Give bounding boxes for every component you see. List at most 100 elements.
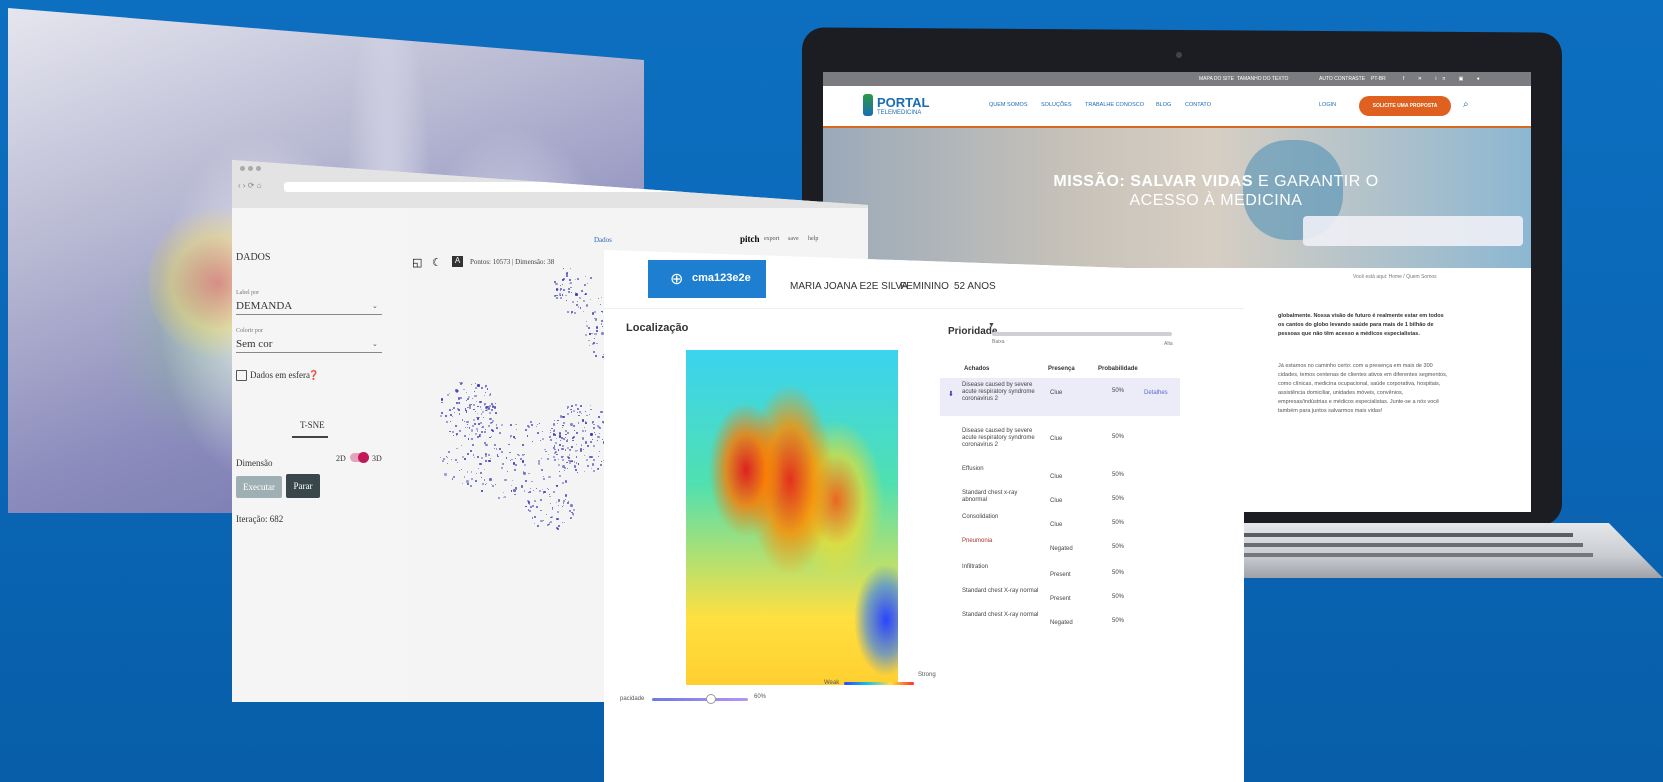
scatter-point bbox=[452, 406, 456, 410]
color-by-select[interactable]: Sem cor bbox=[236, 338, 272, 350]
scatter-point bbox=[557, 499, 561, 502]
stop-button[interactable]: Parar bbox=[286, 474, 320, 498]
table-row[interactable]: Effusion Clue 50% bbox=[940, 462, 1180, 484]
scatter-point bbox=[506, 457, 508, 459]
window-dot-icon[interactable] bbox=[240, 166, 245, 171]
opacity-slider-handle[interactable] bbox=[706, 694, 716, 704]
scatter-point bbox=[462, 455, 465, 458]
table-row[interactable]: Consolidation Clue 50% bbox=[940, 510, 1180, 532]
nav-solucoes[interactable]: SOLUÇÕES bbox=[1041, 102, 1072, 108]
login-link[interactable]: LOGIN bbox=[1319, 102, 1336, 108]
table-row[interactable]: Disease caused by severe acute respirato… bbox=[940, 378, 1180, 416]
scatter-point bbox=[572, 439, 574, 442]
scatter-point bbox=[522, 454, 524, 456]
patient-id-tab[interactable]: ⊕ cma123e2e bbox=[648, 260, 766, 298]
chevron-down-icon[interactable]: ⌄ bbox=[372, 302, 378, 310]
finding-probability: 50% bbox=[1112, 434, 1125, 440]
window-dot-icon[interactable] bbox=[248, 166, 253, 171]
scatter-point bbox=[535, 488, 537, 490]
scatter-point bbox=[584, 293, 587, 295]
scatter-point bbox=[534, 523, 536, 525]
nav-trabalhe-conosco[interactable]: TRABALHE CONOSCO bbox=[1085, 102, 1144, 108]
finding-name: Standard chest X-ray normal bbox=[962, 612, 1039, 618]
address-bar[interactable] bbox=[284, 182, 844, 192]
scatter-point bbox=[527, 472, 530, 475]
sphere-checkbox-label: Dados em esfera bbox=[250, 370, 310, 380]
scatter-point bbox=[566, 311, 569, 314]
scatter-point bbox=[474, 386, 478, 390]
scatter-point bbox=[471, 471, 473, 473]
window-dot-icon[interactable] bbox=[256, 166, 261, 171]
language-select[interactable]: PT-BR bbox=[1371, 76, 1386, 82]
table-row[interactable]: Standard chest X-ray normal Negated 50% bbox=[940, 608, 1180, 630]
opacity-slider[interactable] bbox=[652, 698, 748, 701]
finding-presence: Clue bbox=[1050, 390, 1063, 396]
scatter-point bbox=[563, 437, 565, 440]
scatter-point bbox=[481, 457, 484, 460]
col-presence: Presença bbox=[1048, 366, 1075, 372]
scatter-point bbox=[484, 430, 486, 433]
scatter-point bbox=[489, 478, 492, 481]
scatter-point bbox=[539, 439, 541, 441]
scatter-point bbox=[477, 405, 480, 408]
scatter-point bbox=[494, 483, 497, 486]
tab-active-indicator bbox=[292, 436, 328, 438]
scatter-point bbox=[594, 311, 597, 313]
chevron-down-icon[interactable]: ⌄ bbox=[372, 340, 378, 348]
scatter-point bbox=[453, 476, 456, 479]
sphere-checkbox[interactable] bbox=[236, 370, 247, 381]
scatter-point bbox=[464, 434, 467, 437]
search-icon[interactable]: ⌕ bbox=[1463, 99, 1469, 110]
scatter-point bbox=[514, 493, 516, 495]
label-by-select[interactable]: DEMANDA bbox=[236, 300, 292, 312]
site-top-bar: MAPA DO SITE TAMANHO DO TEXTO AUTO CONTR… bbox=[823, 72, 1531, 86]
scatter-point bbox=[570, 313, 572, 315]
sitemap-link[interactable]: MAPA DO SITE bbox=[1199, 76, 1234, 82]
finding-probability: 50% bbox=[1112, 544, 1125, 550]
scatter-point bbox=[584, 420, 587, 422]
scatter-point bbox=[565, 300, 567, 302]
dimension-toggle[interactable] bbox=[350, 452, 369, 463]
text-size-control[interactable]: TAMANHO DO TEXTO bbox=[1237, 76, 1288, 82]
contrast-toggle[interactable]: AUTO CONTRASTE bbox=[1319, 76, 1365, 82]
table-row[interactable]: Disease caused by severe acute respirato… bbox=[940, 424, 1180, 448]
scatter-point bbox=[480, 477, 482, 479]
scatter-point bbox=[440, 415, 443, 418]
scatter-point bbox=[509, 459, 511, 461]
table-row[interactable]: Standard chest X-ray normal Present 50% bbox=[940, 584, 1180, 606]
scatter-point bbox=[599, 464, 603, 467]
nav-quem-somos[interactable]: QUEM SOMOS bbox=[989, 102, 1028, 108]
heatmap-xray-image[interactable] bbox=[686, 350, 898, 685]
table-row[interactable]: Standard chest x-ray abnormal Clue 50% bbox=[940, 486, 1180, 508]
help-icon[interactable]: ❓ bbox=[308, 370, 319, 381]
nav-contato[interactable]: CONTATO bbox=[1185, 102, 1211, 108]
run-button[interactable]: Executar bbox=[236, 476, 282, 498]
scatter-point bbox=[469, 485, 472, 488]
browser-nav-icons[interactable]: ‹ › ⟳ ⌂ bbox=[238, 181, 262, 190]
scatter-point bbox=[559, 439, 561, 442]
patient-id: cma123e2e bbox=[692, 272, 751, 284]
scatter-point bbox=[563, 455, 565, 457]
social-icons[interactable]: f ✕ in ▣ ● bbox=[1403, 76, 1486, 82]
tab-tsne[interactable]: T-SNE bbox=[300, 420, 325, 430]
scatter-point bbox=[600, 303, 602, 305]
scatter-point bbox=[465, 411, 468, 413]
scatter-point bbox=[575, 456, 578, 458]
details-link[interactable]: Detalhes bbox=[1144, 390, 1168, 396]
scatter-point bbox=[539, 489, 542, 493]
nav-blog[interactable]: BLOG bbox=[1156, 102, 1171, 108]
pin-icon[interactable]: ⬇ bbox=[948, 390, 954, 398]
scatter-point bbox=[580, 413, 583, 415]
logo-title[interactable]: PORTAL bbox=[877, 95, 929, 110]
scatter-point bbox=[584, 441, 588, 444]
table-row[interactable]: Infiltration Present 50% bbox=[940, 560, 1180, 582]
request-proposal-button[interactable]: SOLICITE UMA PROPOSTA bbox=[1359, 96, 1451, 116]
table-row[interactable]: Pneumonia Negated 50% bbox=[940, 534, 1180, 556]
scatter-point bbox=[540, 519, 543, 522]
scatter-point bbox=[594, 338, 596, 340]
scatter-point bbox=[464, 426, 466, 428]
scatter-point bbox=[531, 424, 534, 427]
dimension-3d-label: 3D bbox=[372, 454, 382, 463]
scatter-point bbox=[466, 480, 469, 483]
scatter-point bbox=[576, 431, 579, 434]
